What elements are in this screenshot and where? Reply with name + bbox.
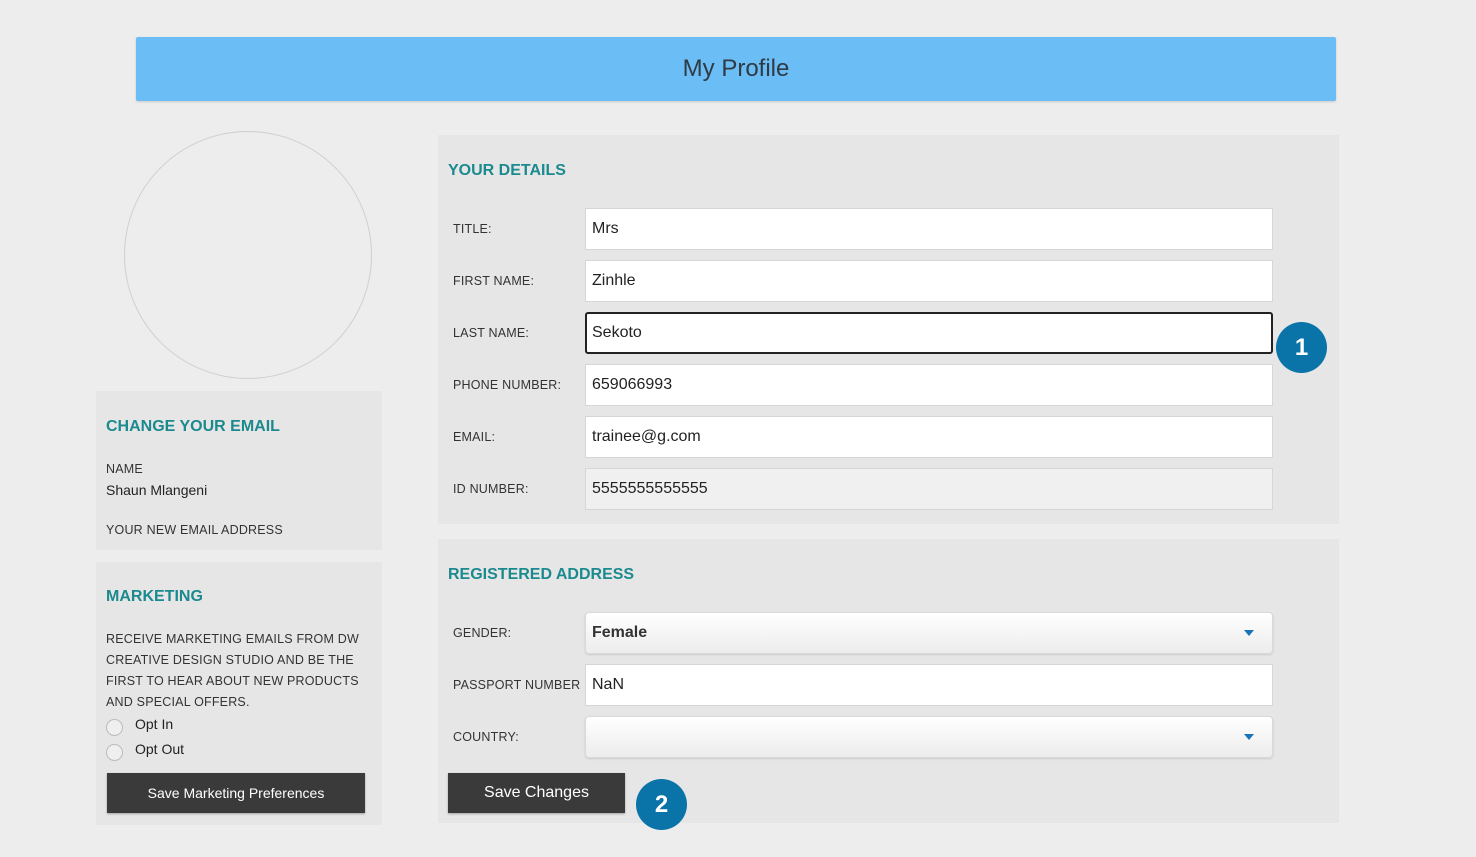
profile-page: My Profile CHANGE YOUR EMAIL NAME Shaun …: [0, 0, 1476, 857]
opt-in-option[interactable]: Opt In: [106, 715, 174, 736]
new-email-label: YOUR NEW EMAIL ADDRESS: [106, 523, 283, 537]
opt-out-radio[interactable]: [106, 744, 123, 761]
name-value: Shaun Mlangeni: [106, 482, 208, 498]
change-email-heading: CHANGE YOUR EMAIL: [106, 418, 280, 435]
name-label: NAME: [106, 462, 143, 476]
first-name-label: FIRST NAME:: [453, 274, 535, 288]
passport-number-label: PASSPORT NUMBER: [453, 678, 581, 692]
step-badge-2: 2: [636, 779, 687, 830]
last-name-label: LAST NAME:: [453, 326, 530, 340]
opt-in-label: Opt In: [135, 715, 174, 732]
registered-address-panel: REGISTERED ADDRESS GENDER: Female PASSPO…: [438, 539, 1339, 823]
avatar[interactable]: [124, 131, 372, 379]
your-details-heading: YOUR DETAILS: [448, 162, 566, 179]
your-details-panel: YOUR DETAILS TITLE: FIRST NAME: LAST NAM…: [438, 135, 1339, 524]
gender-select[interactable]: Female: [585, 612, 1273, 654]
id-number-input[interactable]: [585, 468, 1273, 510]
opt-out-option[interactable]: Opt Out: [106, 740, 185, 761]
phone-number-input[interactable]: [585, 364, 1273, 406]
last-name-input[interactable]: [585, 312, 1273, 354]
gender-value: Female: [592, 624, 648, 641]
marketing-description: RECEIVE MARKETING EMAILS FROM DW CREATIV…: [106, 632, 359, 709]
save-changes-button[interactable]: Save Changes: [448, 773, 625, 813]
page-header: My Profile: [136, 37, 1336, 101]
change-email-panel: CHANGE YOUR EMAIL NAME Shaun Mlangeni YO…: [96, 391, 382, 550]
step-badge-1: 1: [1276, 322, 1327, 373]
chevron-down-icon: [1244, 630, 1254, 636]
passport-number-input[interactable]: [585, 664, 1273, 706]
registered-address-heading: REGISTERED ADDRESS: [448, 566, 635, 583]
email-label: EMAIL:: [453, 430, 496, 444]
save-marketing-preferences-button[interactable]: Save Marketing Preferences: [107, 773, 365, 813]
email-input[interactable]: [585, 416, 1273, 458]
phone-number-label: PHONE NUMBER:: [453, 378, 562, 392]
page-title: My Profile: [682, 55, 790, 82]
chevron-down-icon: [1244, 734, 1254, 740]
country-label: COUNTRY:: [453, 730, 519, 744]
gender-label: GENDER:: [453, 626, 512, 640]
country-select[interactable]: [585, 716, 1273, 758]
id-number-label: ID NUMBER:: [453, 482, 529, 496]
marketing-heading: MARKETING: [106, 588, 203, 605]
opt-out-label: Opt Out: [135, 740, 185, 757]
first-name-input[interactable]: [585, 260, 1273, 302]
marketing-panel: MARKETING RECEIVE MARKETING EMAILS FROM …: [96, 562, 382, 825]
title-label: TITLE:: [453, 222, 492, 236]
title-input[interactable]: [585, 208, 1273, 250]
opt-in-radio[interactable]: [106, 719, 123, 736]
